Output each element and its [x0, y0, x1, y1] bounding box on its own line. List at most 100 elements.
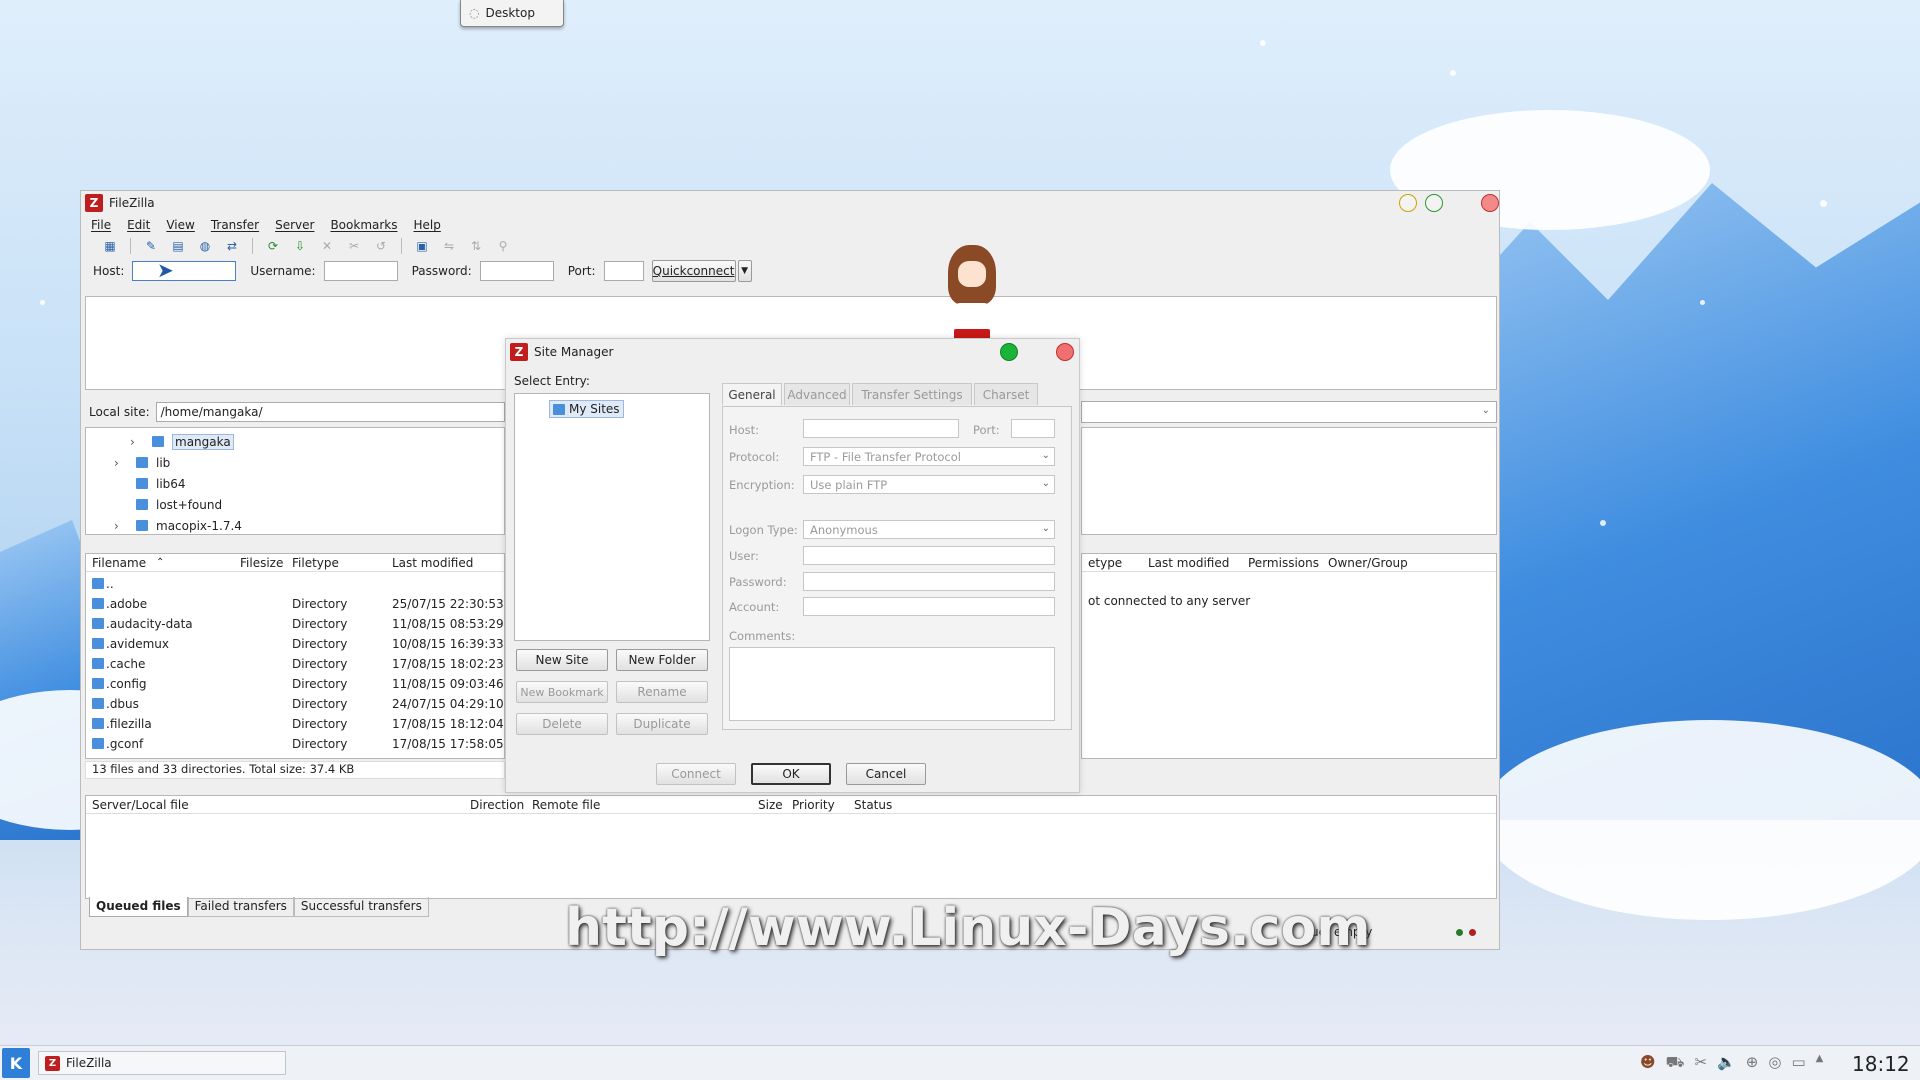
tree-item-my-sites[interactable]: My Sites [549, 400, 624, 418]
close-button[interactable] [1056, 343, 1074, 361]
tab-transfer-settings[interactable]: Transfer Settings [852, 383, 972, 405]
menu-edit[interactable]: Edit [127, 218, 150, 232]
window-titlebar[interactable]: Z FileZilla [81, 191, 1499, 215]
account-input[interactable] [803, 597, 1055, 616]
col-direction[interactable]: Direction [470, 798, 524, 812]
compare-icon[interactable]: ⇋ [440, 237, 458, 255]
process-queue-icon[interactable]: ⇩ [291, 237, 309, 255]
table-row[interactable]: .audacity-data Directory 11/08/15 08:53:29 [86, 614, 504, 634]
new-bookmark-button[interactable]: New Bookmark [516, 681, 608, 703]
table-row[interactable]: .avidemux Directory 10/08/15 16:39:33 [86, 634, 504, 654]
kde-menu-icon[interactable]: K [2, 1048, 30, 1078]
password-input[interactable] [479, 261, 554, 281]
tray-expand-icon[interactable]: ▲ [1816, 1053, 1824, 1073]
quickconnect-dropdown-icon[interactable]: ▼ [737, 260, 752, 282]
local-tree-icon[interactable]: ▤ [169, 237, 187, 255]
col-filetype[interactable]: Filetype [292, 556, 339, 570]
site-host-input[interactable] [803, 419, 959, 438]
col-status[interactable]: Status [854, 798, 892, 812]
logon-type-select[interactable]: Anonymous ⌄ [803, 520, 1055, 539]
menu-file[interactable]: File [91, 218, 111, 232]
tree-item-macopix[interactable]: › macopix-1.7.4 [86, 516, 504, 534]
tab-failed-transfers[interactable]: Failed transfers [187, 897, 294, 917]
site-port-input[interactable] [1011, 419, 1055, 438]
cancel-icon[interactable]: ✕ [318, 237, 336, 255]
col-filesize[interactable]: Filesize [240, 556, 283, 570]
new-folder-button[interactable]: New Folder [616, 649, 708, 671]
new-site-button[interactable]: New Site [516, 649, 608, 671]
quickconnect-button[interactable]: Quickconnect [651, 260, 736, 282]
username-input[interactable] [323, 261, 398, 281]
protocol-select[interactable]: FTP - File Transfer Protocol ⌄ [803, 447, 1055, 466]
menu-server[interactable]: Server [275, 218, 314, 232]
menu-view[interactable]: View [166, 218, 194, 232]
local-site-input[interactable]: /home/mangaka/ [155, 402, 505, 422]
maximize-button[interactable] [1425, 194, 1443, 212]
minimize-button[interactable] [1399, 194, 1417, 212]
menu-help[interactable]: Help [414, 218, 441, 232]
tree-item-lost-found[interactable]: lost+found [86, 495, 504, 515]
desktop-pager[interactable]: ◌ Desktop [460, 0, 564, 27]
table-row[interactable]: .dbus Directory 24/07/15 04:29:10 [86, 694, 504, 714]
delete-button[interactable]: Delete [516, 713, 608, 735]
table-row[interactable]: .gconf Directory 17/08/15 17:58:05 [86, 734, 504, 754]
rename-button[interactable]: Rename [616, 681, 708, 703]
tab-successful-transfers[interactable]: Successful transfers [293, 897, 429, 917]
refresh-icon[interactable]: ⟳ [264, 237, 282, 255]
col-modified[interactable]: Last modified [392, 556, 473, 570]
tab-general[interactable]: General [722, 383, 782, 405]
encryption-select[interactable]: Use plain FTP ⌄ [803, 475, 1055, 494]
remote-site-input[interactable]: ⌄ [1081, 401, 1497, 423]
transfer-queue-icon[interactable]: ⇄ [223, 237, 241, 255]
sync-browse-icon[interactable]: ⇅ [467, 237, 485, 255]
filter-icon[interactable]: ▣ [413, 237, 431, 255]
tab-charset[interactable]: Charset [974, 383, 1038, 405]
tree-item-mangaka[interactable]: › mangaka [86, 432, 504, 452]
network-icon[interactable]: ⊕ [1746, 1053, 1759, 1073]
tab-advanced[interactable]: Advanced [784, 383, 850, 405]
remote-tree-icon[interactable]: ◍ [196, 237, 214, 255]
col-priority[interactable]: Priority [792, 798, 835, 812]
tree-item-lib[interactable]: › lib [86, 453, 504, 473]
table-row[interactable]: .. [86, 574, 504, 594]
table-row[interactable]: .adobe Directory 25/07/15 22:30:53 [86, 594, 504, 614]
display-icon[interactable]: ▭ [1791, 1053, 1805, 1073]
klipper-tray-icon[interactable]: ✂ [1695, 1053, 1708, 1073]
disconnect-icon[interactable]: ✂ [345, 237, 363, 255]
mascot-tray-icon[interactable]: ☻ [1640, 1053, 1656, 1073]
connect-button[interactable]: Connect [656, 763, 736, 785]
comments-textarea[interactable] [729, 647, 1055, 721]
col-owner[interactable]: Owner/Group [1328, 556, 1408, 570]
col-modified[interactable]: Last modified [1148, 556, 1229, 570]
menu-bookmarks[interactable]: Bookmarks [330, 218, 397, 232]
maximize-button[interactable] [1000, 343, 1018, 361]
port-input[interactable] [603, 261, 644, 281]
ok-button[interactable]: OK [751, 763, 831, 785]
tab-queued-files[interactable]: Queued files [89, 897, 188, 917]
clock[interactable]: 18:12 [1852, 1052, 1910, 1076]
duplicate-button[interactable]: Duplicate [616, 713, 708, 735]
message-log-icon[interactable]: ✎ [142, 237, 160, 255]
cancel-button[interactable]: Cancel [846, 763, 926, 785]
close-button[interactable] [1481, 194, 1499, 212]
table-row[interactable]: .config Directory 11/08/15 09:03:46 [86, 674, 504, 694]
search-icon[interactable]: ⚲ [494, 237, 512, 255]
host-input[interactable] [132, 261, 237, 281]
col-server-file[interactable]: Server/Local file [92, 798, 189, 812]
password-input[interactable] [803, 572, 1055, 591]
table-row[interactable]: .cache Directory 17/08/15 18:02:23 [86, 654, 504, 674]
taskbar-task-filezilla[interactable]: Z FileZilla [38, 1051, 286, 1075]
chevron-down-icon[interactable]: ⌄ [1482, 405, 1490, 416]
site-manager-icon[interactable]: ▦ [101, 237, 119, 255]
menu-transfer[interactable]: Transfer [211, 218, 259, 232]
col-filetype[interactable]: etype [1088, 556, 1122, 570]
col-size[interactable]: Size [758, 798, 783, 812]
reconnect-icon[interactable]: ↺ [372, 237, 390, 255]
volume-icon[interactable]: 🔈 [1717, 1053, 1736, 1073]
col-permissions[interactable]: Permissions [1248, 556, 1319, 570]
package-tray-icon[interactable]: ⛟ [1666, 1053, 1685, 1073]
col-remote-file[interactable]: Remote file [532, 798, 600, 812]
col-filename[interactable]: Filename [92, 556, 146, 570]
dialog-titlebar[interactable]: Z Site Manager [510, 343, 613, 361]
user-input[interactable] [803, 546, 1055, 565]
